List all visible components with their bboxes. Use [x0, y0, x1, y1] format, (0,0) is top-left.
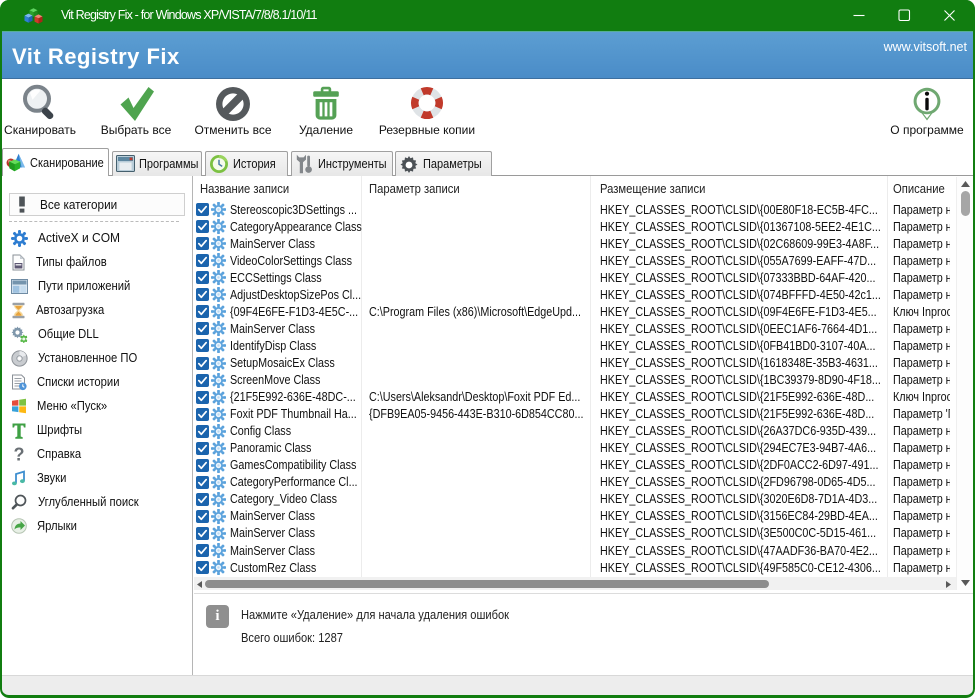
- svg-text:?: ?: [14, 446, 25, 463]
